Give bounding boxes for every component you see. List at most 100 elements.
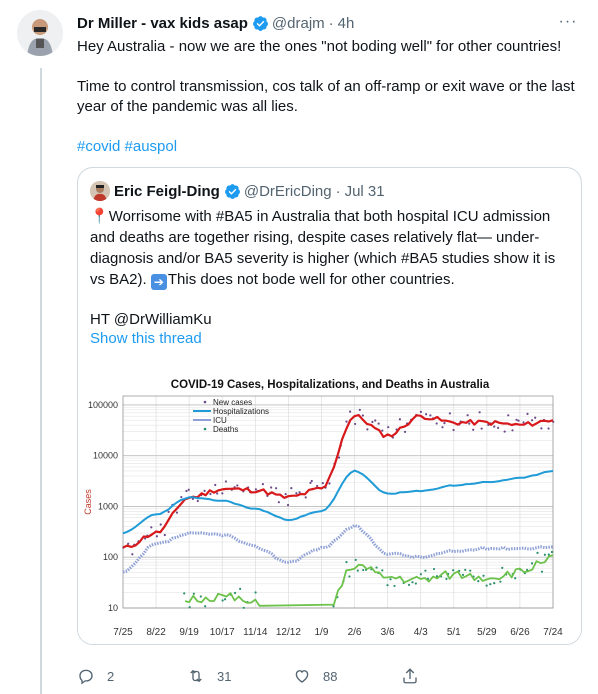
like-button[interactable]: 88 — [293, 667, 401, 685]
data-point — [254, 591, 257, 594]
data-point — [270, 486, 273, 489]
separator-dot: · — [335, 182, 341, 200]
x-tick-label: 12/12 — [276, 627, 301, 638]
data-point — [358, 408, 361, 411]
avatar[interactable] — [17, 10, 63, 56]
data-point — [236, 484, 239, 487]
legend-marker — [203, 427, 207, 431]
y-tick-label: 100000 — [88, 400, 118, 410]
data-point — [452, 569, 455, 572]
retweet-button[interactable]: 31 — [187, 667, 293, 685]
tweet-actions: 2 31 88 — [77, 665, 507, 687]
retweet-icon — [190, 669, 202, 683]
data-point — [354, 558, 357, 562]
quoted-text-tail: This does not bode well for other countr… — [167, 271, 455, 288]
data-point — [477, 580, 480, 583]
data-point — [511, 429, 514, 432]
data-point — [180, 495, 183, 499]
data-point — [530, 419, 534, 422]
quoted-author-handle[interactable]: @DrEricDing — [244, 183, 332, 200]
hashtags: #covid #auspol — [77, 137, 582, 157]
y-axis-label: Cases — [83, 489, 93, 515]
x-tick-label: 7/24 — [543, 627, 563, 638]
chart-image: 100000 10000 1000 100 10 7/25 8/22 9/19 10/17 11/… — [78, 361, 581, 644]
data-point — [354, 422, 357, 426]
like-count: 88 — [323, 668, 338, 684]
tweet-time[interactable]: 4h — [338, 15, 355, 32]
data-point — [429, 414, 432, 417]
data-point — [478, 411, 481, 414]
data-point — [224, 480, 228, 483]
data-point — [514, 577, 517, 580]
data-point — [386, 584, 389, 587]
data-point — [507, 414, 510, 417]
data-point — [374, 419, 377, 422]
data-point — [452, 428, 455, 432]
thread-line — [40, 68, 42, 694]
data-point — [543, 553, 547, 556]
hashtag-auspol[interactable]: #auspol — [125, 138, 178, 155]
data-point — [316, 484, 319, 488]
data-point — [485, 584, 488, 587]
tweet-header: Dr Miller - vax kids asap @drajm · 4h ··… — [77, 12, 578, 34]
data-point — [310, 479, 313, 483]
show-thread-link[interactable]: Show this thread — [90, 330, 202, 347]
x-tick-label: 6/26 — [510, 627, 530, 638]
quoted-tweet[interactable]: Eric Feigl-Ding @DrEricDing · Jul 31 📍Wo… — [77, 167, 582, 645]
data-point — [127, 542, 130, 545]
data-point — [345, 561, 348, 564]
reply-button[interactable]: 2 — [77, 667, 187, 685]
separator-dot: · — [328, 14, 334, 32]
data-point — [223, 598, 227, 601]
data-point — [375, 566, 378, 569]
data-point — [414, 582, 417, 585]
quoted-author-name[interactable]: Eric Feigl-Ding — [114, 183, 220, 200]
data-point — [398, 418, 401, 421]
data-point — [419, 573, 422, 576]
share-button[interactable] — [401, 667, 419, 685]
data-point — [233, 591, 237, 595]
author-handle[interactable]: @drajm — [272, 15, 325, 32]
tweet-text: Hey Australia - now we are the ones "not… — [77, 37, 582, 177]
data-point — [277, 501, 280, 504]
data-point — [221, 492, 224, 495]
data-point — [371, 420, 374, 424]
data-point — [461, 573, 465, 576]
data-point — [377, 422, 380, 425]
data-point — [441, 426, 444, 429]
quoted-paragraph-1: 📍Worrisome with #BA5 in Australia that b… — [90, 206, 570, 290]
data-point — [435, 422, 438, 425]
more-options-icon[interactable]: ··· — [558, 12, 578, 32]
y-tick-label: 1000 — [98, 501, 118, 511]
data-point — [425, 413, 428, 416]
legend-marker — [203, 400, 207, 404]
reply-count: 2 — [107, 668, 115, 684]
data-point — [534, 416, 537, 419]
chart-background — [78, 361, 581, 644]
data-point — [468, 422, 471, 425]
hat-tip: HT @DrWilliamKu — [90, 311, 212, 328]
x-tick-label: 9/19 — [179, 627, 199, 638]
data-point — [261, 483, 264, 486]
data-point — [216, 492, 219, 495]
data-point — [419, 410, 422, 413]
hashtag-covid[interactable]: #covid — [77, 138, 120, 155]
data-point — [501, 566, 504, 569]
data-point — [196, 499, 199, 503]
data-point — [150, 526, 153, 529]
x-tick-label: 10/17 — [210, 627, 235, 638]
data-point — [348, 575, 351, 578]
data-point — [480, 427, 483, 430]
quoted-avatar[interactable] — [90, 181, 110, 201]
quoted-date[interactable]: Jul 31 — [345, 183, 385, 200]
data-point — [547, 427, 550, 430]
author-name[interactable]: Dr Miller - vax kids asap — [77, 15, 248, 32]
data-point — [356, 569, 359, 572]
quoted-header: Eric Feigl-Ding @DrEricDing · Jul 31 — [90, 180, 385, 202]
data-point — [387, 426, 390, 429]
data-point — [522, 421, 525, 424]
data-point — [489, 583, 492, 586]
data-point — [393, 584, 396, 588]
data-point — [526, 412, 529, 415]
verified-badge-icon — [224, 183, 241, 200]
